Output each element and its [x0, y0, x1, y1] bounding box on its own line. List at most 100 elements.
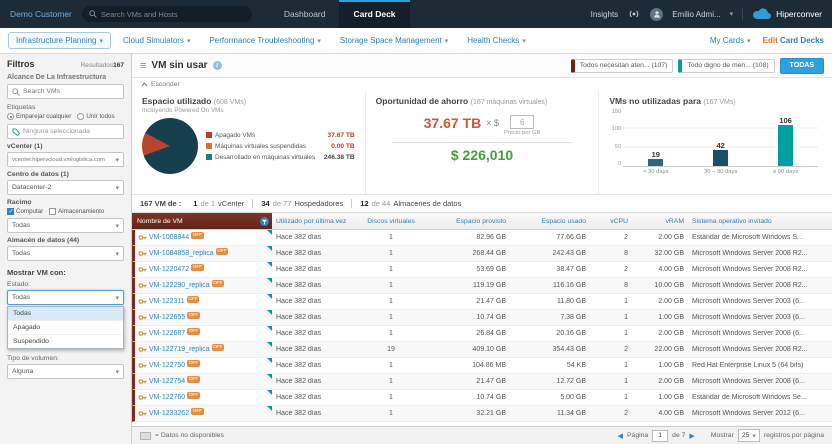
- vm-name-link[interactable]: VM-122687: [149, 330, 185, 337]
- vm-name-link[interactable]: VM-122655: [149, 314, 185, 321]
- checkbox-storage[interactable]: Almacenamiento: [49, 208, 104, 215]
- vm-search-input[interactable]: [23, 88, 119, 95]
- vm-name-link[interactable]: VM-1233262: [149, 410, 189, 417]
- bar: [713, 150, 728, 166]
- vm-name-cell: VM-122311 OFF: [135, 294, 272, 309]
- table-row[interactable]: VM-122687 OFF Hace 382 días 1 26.84 GB 2…: [132, 326, 832, 342]
- chevron-down-icon: ▾: [747, 37, 751, 45]
- previous-page-icon[interactable]: ◀: [618, 432, 623, 440]
- tags-dropdown[interactable]: Ninguna seleccionada: [7, 124, 124, 139]
- vm-name-link[interactable]: VM-122760: [149, 394, 185, 401]
- column-header-vram[interactable]: vRAM: [632, 218, 688, 225]
- insights-link[interactable]: Insights: [591, 10, 619, 19]
- vram-cell: 4.00 GB: [632, 410, 688, 417]
- savings-amount: 37.67 TB: [424, 115, 482, 131]
- nav-storage-space-management[interactable]: Storage Space Management▾: [333, 33, 455, 48]
- my-cards-menu[interactable]: My Cards▾: [710, 36, 751, 45]
- table-row[interactable]: VM-1220472 OFF Hace 382 días 1 53.69 GB …: [132, 262, 832, 278]
- column-header-disks[interactable]: Discos virtuales: [360, 218, 422, 225]
- last-used-cell: Hace 382 días: [272, 234, 360, 241]
- key-icon: [138, 233, 147, 242]
- global-search[interactable]: [82, 6, 252, 22]
- teal-corner-flag: [267, 358, 272, 363]
- vm-name-link[interactable]: VM-122290_replica: [149, 282, 210, 289]
- needs-attention-filter-button[interactable]: Todos necesitan aten... (107): [571, 59, 674, 73]
- hide-panels-link[interactable]: Esconder: [132, 78, 832, 91]
- nav-cloud-simulators[interactable]: Cloud Simulators▾: [116, 33, 197, 48]
- tab-card-deck[interactable]: Card Deck: [339, 0, 409, 28]
- all-filter-button[interactable]: TODAS: [780, 58, 824, 74]
- page-number-input[interactable]: [652, 430, 668, 442]
- filters-header: Filtros Resultados167: [7, 59, 124, 69]
- vm-name-link[interactable]: VM-122719_replica: [149, 346, 210, 353]
- nav-infrastructure-planning[interactable]: Infrastructure Planning▾: [8, 32, 111, 49]
- page-size-select[interactable]: 25 ▾: [738, 429, 760, 442]
- no-data-legend: = Datos no disponibles: [155, 432, 224, 439]
- drag-handle-icon[interactable]: ≡: [140, 60, 146, 72]
- filter-icon[interactable]: [260, 217, 269, 226]
- table-row[interactable]: VM-122719_replica OFF Hace 382 días 19 4…: [132, 342, 832, 358]
- table-row[interactable]: VM-1008844 OFF Hace 382 días 1 82.96 GB …: [132, 230, 832, 246]
- guest-os-cell: Microsoft Windows Server 2008 R2...: [688, 346, 832, 353]
- table-row[interactable]: VM-122290_replica OFF Hace 382 días 1 11…: [132, 278, 832, 294]
- cluster-dropdown[interactable]: Todas ▾: [7, 218, 124, 233]
- vm-name-link[interactable]: VM-1084858_replica: [149, 250, 214, 257]
- vm-search[interactable]: [7, 84, 124, 99]
- chevron-down-icon[interactable]: ▾: [730, 10, 734, 18]
- state-option-todas[interactable]: Todas: [8, 307, 123, 321]
- noteworthy-filter-button[interactable]: Todo digno de men... (108): [678, 59, 774, 73]
- savings-panel: Oportunidad de ahorro (167 máquinas virt…: [365, 91, 599, 194]
- volume-dropdown[interactable]: Alguna ▾: [7, 364, 124, 379]
- table-row[interactable]: VM-1233262 OFF Hace 382 días 1 32.21 GB …: [132, 406, 832, 422]
- datastore-dropdown[interactable]: Todas ▾: [7, 246, 124, 261]
- customer-link[interactable]: Demo Customer: [10, 9, 72, 19]
- column-header-os[interactable]: Sistema operativo invitado: [688, 218, 832, 225]
- vm-name-link[interactable]: VM-1220472: [149, 266, 189, 273]
- edit-card-decks-link[interactable]: Edit Card Decks: [763, 36, 824, 45]
- vcenter-dropdown[interactable]: vcenter.hipervcloud.vmlogistica.com ▾: [7, 152, 124, 167]
- table-row[interactable]: VM-122760 OFF Hace 382 días 1 10.74 GB 5…: [132, 390, 832, 406]
- column-header-name[interactable]: Nombre de VM: [132, 213, 272, 229]
- column-header-provisioned[interactable]: Espacio provisto: [422, 218, 510, 225]
- summary-item: 12 de 44 Almacenes de datos: [351, 199, 469, 208]
- state-option-apagado[interactable]: Apagado: [8, 321, 123, 335]
- price-per-gb-input[interactable]: [510, 115, 534, 129]
- table-row[interactable]: VM-122750 OFF Hace 382 días 1 104.86 MB …: [132, 358, 832, 374]
- user-menu[interactable]: Emilio Admi...: [672, 10, 720, 19]
- vm-name-link[interactable]: VM-122750: [149, 362, 185, 369]
- card-decks-label: Card Decks: [780, 36, 824, 45]
- user-avatar[interactable]: [650, 8, 663, 21]
- table-row[interactable]: VM-122655 OFF Hace 382 días 1 10.74 GB 7…: [132, 310, 832, 326]
- provisioned-space-cell: 409.10 GB: [422, 346, 510, 353]
- checkbox-compute[interactable]: Computar: [7, 208, 43, 215]
- nav-performance-troubleshooting[interactable]: Performance Troubleshooting▾: [202, 33, 327, 48]
- next-page-icon[interactable]: ▶: [689, 432, 694, 440]
- column-header-last-used[interactable]: Utilizado por última vez: [272, 218, 360, 225]
- info-icon[interactable]: i: [213, 61, 222, 70]
- global-search-input[interactable]: [101, 10, 245, 19]
- table-row[interactable]: VM-122311 OFF Hace 382 días 1 21.47 GB 1…: [132, 294, 832, 310]
- state-dropdown[interactable]: Todas ▾: [7, 290, 124, 305]
- vm-name-link[interactable]: VM-122311: [149, 298, 185, 305]
- table-row[interactable]: VM-122754 OFF Hace 382 días 1 21.47 GB 1…: [132, 374, 832, 390]
- vm-name-link[interactable]: VM-122754: [149, 378, 185, 385]
- signal-icon[interactable]: [627, 9, 641, 19]
- nav-health-checks[interactable]: Health Checks▾: [460, 33, 533, 48]
- vm-name-link[interactable]: VM-1008844: [149, 234, 189, 241]
- radio-match-any[interactable]: Emparejar cualquier: [7, 113, 71, 120]
- tab-dashboard[interactable]: Dashboard: [270, 0, 340, 28]
- radio-match-all[interactable]: Unir todos: [77, 113, 114, 120]
- teal-corner-flag: [267, 310, 272, 315]
- datacenter-dropdown[interactable]: Datacenter-2 ▾: [7, 180, 124, 195]
- used-space-cell: 11.80 GB: [510, 298, 590, 305]
- show-vm-heading: Mostrar VM con:: [7, 268, 124, 277]
- legend-swatch: [206, 154, 212, 160]
- state-option-suspendido[interactable]: Suspendido: [8, 335, 123, 348]
- column-header-used[interactable]: Espacio usado: [510, 218, 590, 225]
- table-row[interactable]: VM-1084858_replica OFF Hace 382 días 1 2…: [132, 246, 832, 262]
- radio-label: Unir todos: [86, 113, 114, 120]
- summary-item-label: vCenter: [218, 199, 244, 208]
- price-per-gb-label: Precio por GB: [504, 130, 540, 136]
- vram-cell: 1.00 GB: [632, 362, 688, 369]
- column-header-vcpu[interactable]: vCPU: [590, 218, 632, 225]
